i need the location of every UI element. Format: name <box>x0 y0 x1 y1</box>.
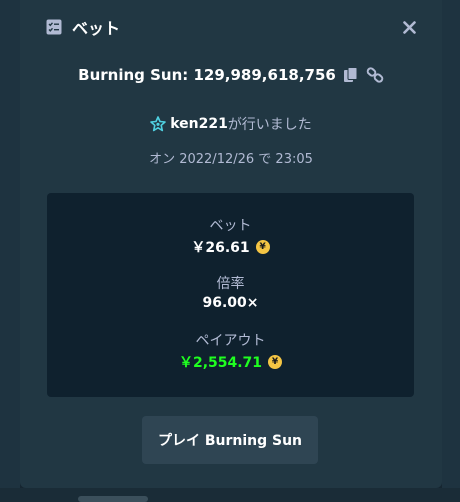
close-icon <box>402 20 416 34</box>
bet-stats-panel: ベット ￥26.61 ¥ 倍率 96.00× ペイアウト ￥2,554.71 ¥ <box>47 193 414 397</box>
multiplier-value: 96.00× <box>202 295 259 311</box>
multiplier-label: 倍率 <box>216 276 245 292</box>
username[interactable]: ken221 <box>170 116 228 132</box>
bet-amount-stat: ベット ￥26.61 ¥ <box>47 215 414 257</box>
payout-label: ペイアウト <box>195 333 266 349</box>
close-button[interactable] <box>398 16 420 38</box>
bet-amount-value: ￥26.61 <box>191 240 250 256</box>
bet-timestamp: オン 2022/12/26 で 23:05 <box>149 152 313 167</box>
link-icon <box>366 67 384 83</box>
bet-list-icon <box>46 19 62 35</box>
link-button[interactable] <box>366 66 384 84</box>
modal-title: ベット <box>72 19 121 38</box>
multiplier-value-row: 96.00× <box>47 295 414 311</box>
payout-stat: ペイアウト ￥2,554.71 ¥ <box>47 330 414 372</box>
bet-amount-label: ベット <box>209 218 252 234</box>
multiplier-stat: 倍率 96.00× <box>47 273 414 311</box>
play-game-button[interactable]: プレイ Burning Sun <box>142 416 318 464</box>
modal-header: ベット <box>46 14 418 40</box>
payout-value-row: ￥2,554.71 ¥ <box>47 352 414 372</box>
placed-by-line: ken221 が行いました <box>20 114 442 134</box>
bet-amount-value-row: ￥26.61 ¥ <box>47 237 414 257</box>
bet-modal: ベット Burning Sun: 129,989,618,756 ken221 … <box>20 0 442 488</box>
payout-value: ￥2,554.71 <box>178 355 263 371</box>
copy-button[interactable] <box>342 66 360 84</box>
backdrop-right-panel <box>442 0 460 500</box>
placed-by-suffix: が行いました <box>227 117 312 133</box>
yen-coin-icon: ¥ <box>255 240 270 254</box>
yen-coin-icon: ¥ <box>268 355 283 369</box>
backdrop-left-panel <box>0 0 20 500</box>
copy-icon <box>343 67 358 82</box>
game-id-text: Burning Sun: 129,989,618,756 <box>78 66 336 84</box>
backdrop-bottom-text-fragment <box>78 496 148 502</box>
backdrop-bottom-strip <box>0 488 460 502</box>
game-id-line: Burning Sun: 129,989,618,756 <box>20 66 442 84</box>
vip-star-icon <box>150 116 166 132</box>
